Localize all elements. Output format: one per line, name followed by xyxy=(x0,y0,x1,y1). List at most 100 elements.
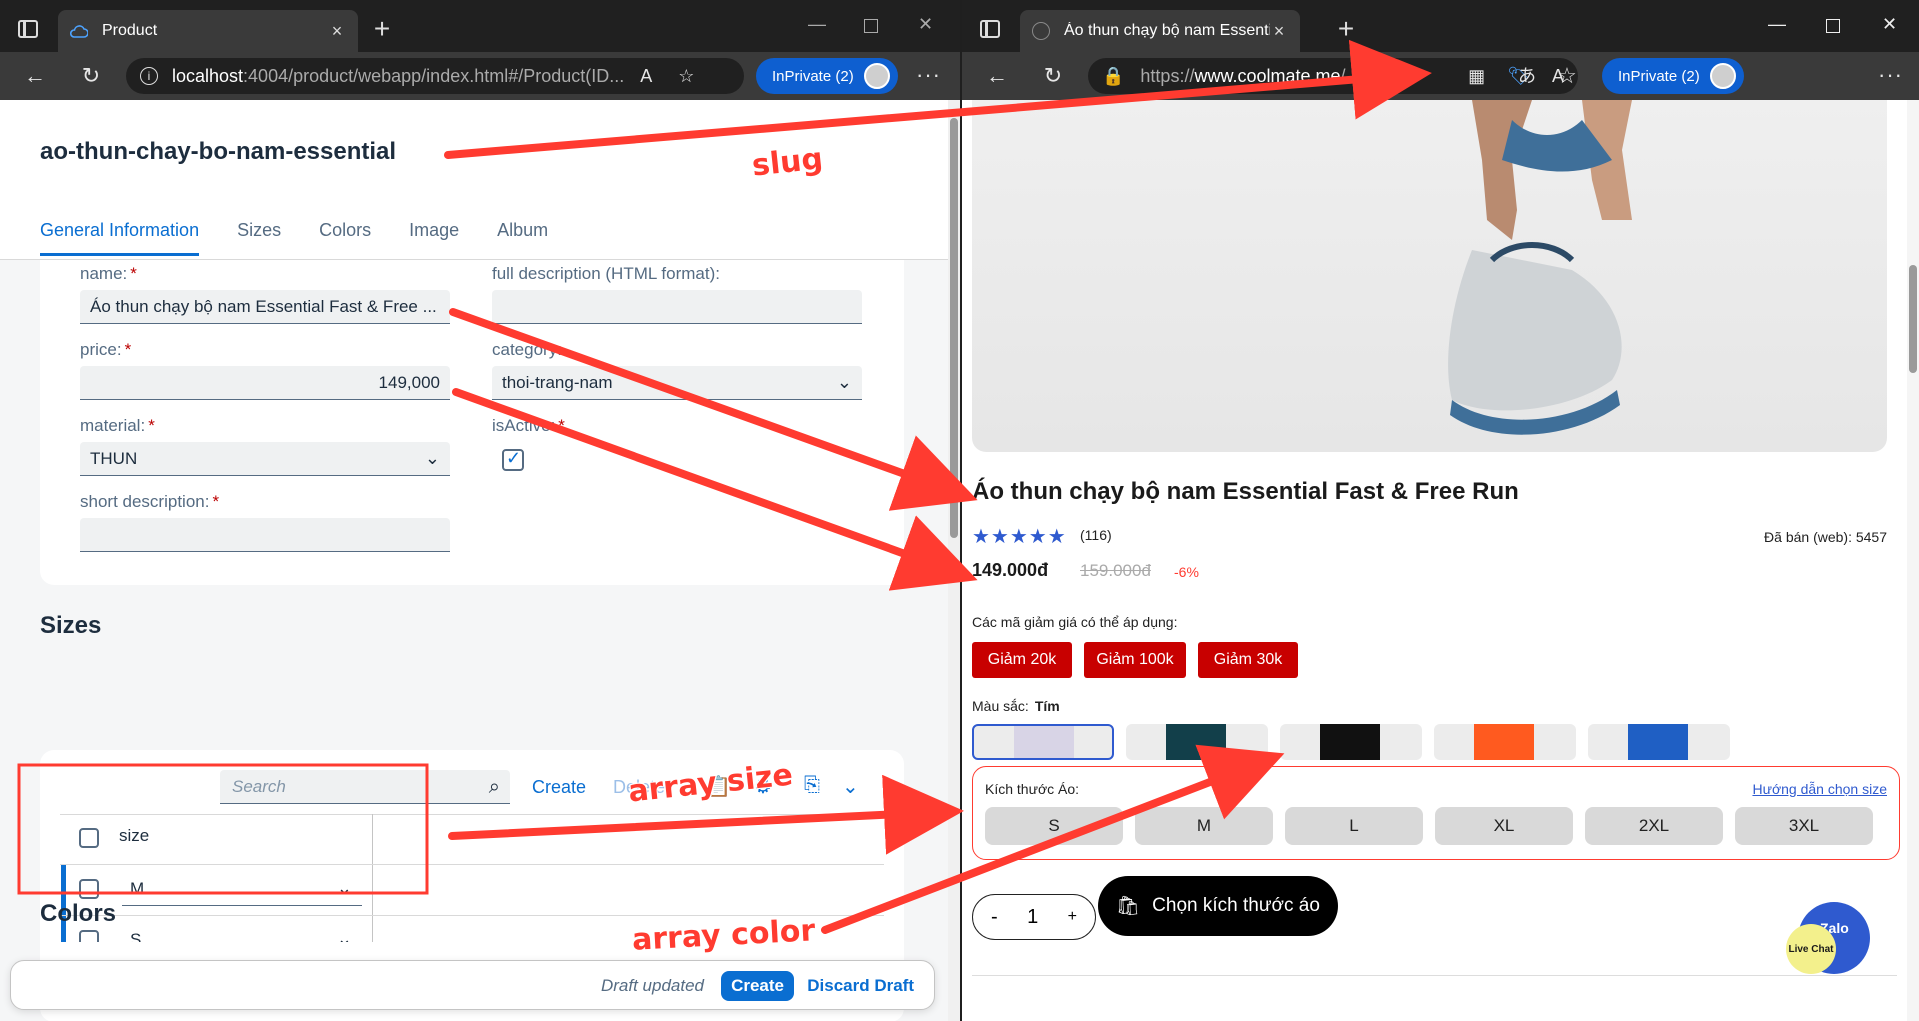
translate-icon[interactable]: あ xyxy=(1514,64,1540,88)
qty-minus-button[interactable]: - xyxy=(991,906,998,929)
search-placeholder: Search xyxy=(232,776,286,796)
tab-strip: Áo thun chạy bộ nam Essential F × + — ✕ xyxy=(962,0,1919,60)
inprivate-button[interactable]: InPrivate (2) xyxy=(756,58,898,94)
favorite-star-icon[interactable]: ☆ xyxy=(1554,64,1580,88)
live-chat-bubble[interactable]: Live Chat xyxy=(1786,924,1836,974)
size-button-xl[interactable]: XL xyxy=(1435,807,1573,845)
maximize-icon[interactable] xyxy=(1826,19,1840,33)
scrollbar-thumb[interactable] xyxy=(1909,265,1917,373)
draft-status: Draft updated xyxy=(600,976,704,995)
minimize-icon[interactable]: — xyxy=(808,14,826,35)
color-swatch[interactable] xyxy=(1280,724,1422,760)
close-window-icon[interactable]: ✕ xyxy=(1882,14,1897,35)
material-select[interactable]: THUN ⌄ xyxy=(80,442,450,476)
color-swatch[interactable] xyxy=(1588,724,1730,760)
minimize-icon[interactable]: — xyxy=(1768,14,1786,35)
size-guide-link[interactable]: Hướng dẫn chọn size xyxy=(1752,781,1887,797)
review-count[interactable]: (116) xyxy=(1080,527,1112,543)
url-field[interactable]: 🔒 https://www.coolmate.me/... ▦ 🏷 A xyxy=(1088,58,1578,94)
more-menu-icon[interactable]: ··· xyxy=(1878,62,1903,88)
chevron-down-icon[interactable]: ⌄ xyxy=(337,878,352,899)
discard-draft-button[interactable]: Discard Draft xyxy=(807,976,914,996)
chevron-down-icon[interactable]: ⌄ xyxy=(425,448,440,469)
maximize-icon[interactable] xyxy=(864,19,878,33)
back-icon[interactable]: ← xyxy=(984,64,1010,88)
tab-album[interactable]: Album xyxy=(497,220,548,256)
refresh-icon[interactable]: ↻ xyxy=(1040,64,1066,88)
read-aloud-icon[interactable]: A xyxy=(640,66,652,87)
short-description-input[interactable] xyxy=(80,518,450,552)
browser-tab-coolmate[interactable]: Áo thun chạy bộ nam Essential F × xyxy=(1020,10,1300,52)
size-button-3xl[interactable]: 3XL xyxy=(1735,807,1873,845)
name-input[interactable]: Áo thun chạy bộ nam Essential Fast & Fre… xyxy=(80,290,450,324)
color-swatch[interactable] xyxy=(1126,724,1268,760)
scrollbar-thumb[interactable] xyxy=(950,118,958,538)
scrollbar[interactable] xyxy=(1907,100,1919,1021)
close-tab-icon[interactable]: × xyxy=(1270,21,1288,41)
color-swatch[interactable] xyxy=(1434,724,1576,760)
info-icon[interactable]: i xyxy=(140,67,158,85)
size-button-s[interactable]: S xyxy=(985,807,1123,845)
create-row-button[interactable]: Create xyxy=(532,777,586,798)
close-tab-icon[interactable]: × xyxy=(328,21,346,41)
new-tab-icon[interactable]: + xyxy=(1334,15,1358,43)
color-swatch[interactable] xyxy=(972,724,1114,760)
full-description-label: full description (HTML format): xyxy=(492,264,720,283)
zalo-chat-widget[interactable]: Zalo Live Chat xyxy=(1786,902,1870,974)
full-description-input[interactable] xyxy=(492,290,862,324)
fiori-object-page: ao-thun-chay-bo-nam-essential General In… xyxy=(0,100,948,1021)
tab-image[interactable]: Image xyxy=(409,220,459,256)
refresh-icon[interactable]: ↻ xyxy=(78,64,104,88)
search-icon[interactable]: ⌕ xyxy=(489,776,500,799)
category-select[interactable]: thoi-trang-nam ⌄ xyxy=(492,366,862,400)
isactive-checkbox[interactable] xyxy=(502,448,524,471)
inprivate-button[interactable]: InPrivate (2) xyxy=(1602,58,1744,94)
address-bar: ← ↻ 🔒 https://www.coolmate.me/... ▦ 🏷 A … xyxy=(962,52,1919,100)
column-header-size: size xyxy=(119,826,150,845)
size-value: M xyxy=(130,878,145,898)
coupon-30k-button[interactable]: Giảm 30k xyxy=(1198,642,1298,678)
size-button-m[interactable]: M xyxy=(1135,807,1273,845)
colors-section-title: Colors xyxy=(40,900,117,927)
back-icon[interactable]: ← xyxy=(22,64,48,88)
tab-actions-icon[interactable] xyxy=(18,20,38,38)
tab-colors[interactable]: Colors xyxy=(319,220,371,256)
sizes-section-title: Sizes xyxy=(40,612,102,639)
scrollbar[interactable] xyxy=(948,100,960,1021)
coupon-20k-button[interactable]: Giảm 20k xyxy=(972,642,1072,678)
row-checkbox[interactable] xyxy=(79,879,99,899)
create-button[interactable]: Create xyxy=(721,971,794,1001)
apps-icon[interactable]: ▦ xyxy=(1468,66,1485,87)
qty-plus-button[interactable]: + xyxy=(1068,908,1077,926)
chevron-down-icon[interactable]: ⌄ xyxy=(842,774,859,799)
price-label: price: * xyxy=(80,340,132,359)
size-button-2xl[interactable]: 2XL xyxy=(1585,807,1723,845)
qty-value[interactable]: 1 xyxy=(1027,906,1038,929)
choose-size-button[interactable]: 🛍 Chọn kích thước áo xyxy=(1098,876,1338,936)
address-bar: ← ↻ i localhost:4004/product/webapp/inde… xyxy=(0,52,960,100)
more-menu-icon[interactable]: ··· xyxy=(916,62,941,88)
browser-tab-product[interactable]: Product × xyxy=(58,10,358,52)
new-tab-icon[interactable]: + xyxy=(370,15,394,43)
price-input[interactable]: 149,000 xyxy=(80,366,450,400)
close-window-icon[interactable]: ✕ xyxy=(918,14,933,35)
search-input[interactable]: Search ⌕ xyxy=(220,770,510,804)
select-all-checkbox[interactable] xyxy=(79,828,99,848)
tab-title: Product xyxy=(102,22,158,39)
favorite-star-icon[interactable]: ☆ xyxy=(678,66,694,87)
cta-label: Chọn kích thước áo xyxy=(1152,895,1320,916)
size-select[interactable]: M ⌄ xyxy=(122,872,362,906)
tab-actions-icon[interactable] xyxy=(980,20,1000,38)
size-button-l[interactable]: L xyxy=(1285,807,1423,845)
coupon-label: Các mã giảm giá có thể áp dụng: xyxy=(972,614,1178,630)
inprivate-label: InPrivate (2) xyxy=(772,67,854,85)
tab-sizes[interactable]: Sizes xyxy=(237,220,281,256)
url-field[interactable]: i localhost:4004/product/webapp/index.ht… xyxy=(126,58,744,94)
export-icon[interactable]: ⎘ xyxy=(804,774,820,797)
tab-general-information[interactable]: General Information xyxy=(40,220,200,256)
coupon-100k-button[interactable]: Giảm 100k xyxy=(1084,642,1186,678)
chevron-down-icon[interactable]: ⌄ xyxy=(837,372,852,393)
lock-icon[interactable]: 🔒 xyxy=(1102,66,1124,87)
product-price: 149.000đ xyxy=(972,560,1049,580)
category-label: category: xyxy=(492,340,562,359)
